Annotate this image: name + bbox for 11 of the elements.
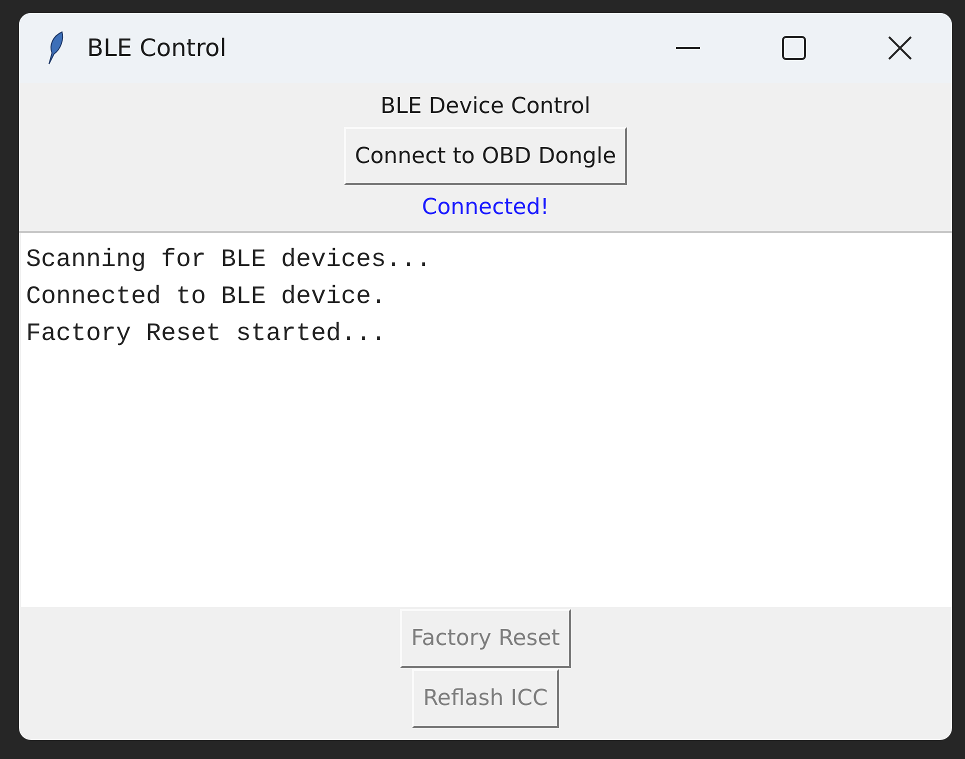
heading-label: BLE Device Control xyxy=(380,93,590,121)
minimize-icon[interactable] xyxy=(676,46,700,50)
log-line: Connected to BLE device. xyxy=(26,281,386,313)
log-text-area[interactable]: Scanning for BLE devices... Connected to BLE device. Factory Reset started... xyxy=(21,233,952,607)
log-line: Scanning for BLE devices... xyxy=(26,244,432,276)
status-label: Connected! xyxy=(422,194,550,222)
window-title: BLE Control xyxy=(87,34,226,62)
log-line: Factory Reset started... xyxy=(26,318,386,350)
maximize-icon[interactable] xyxy=(782,36,806,60)
close-icon[interactable] xyxy=(888,36,912,60)
connect-button[interactable]: Connect to OBD Dongle xyxy=(344,127,628,185)
